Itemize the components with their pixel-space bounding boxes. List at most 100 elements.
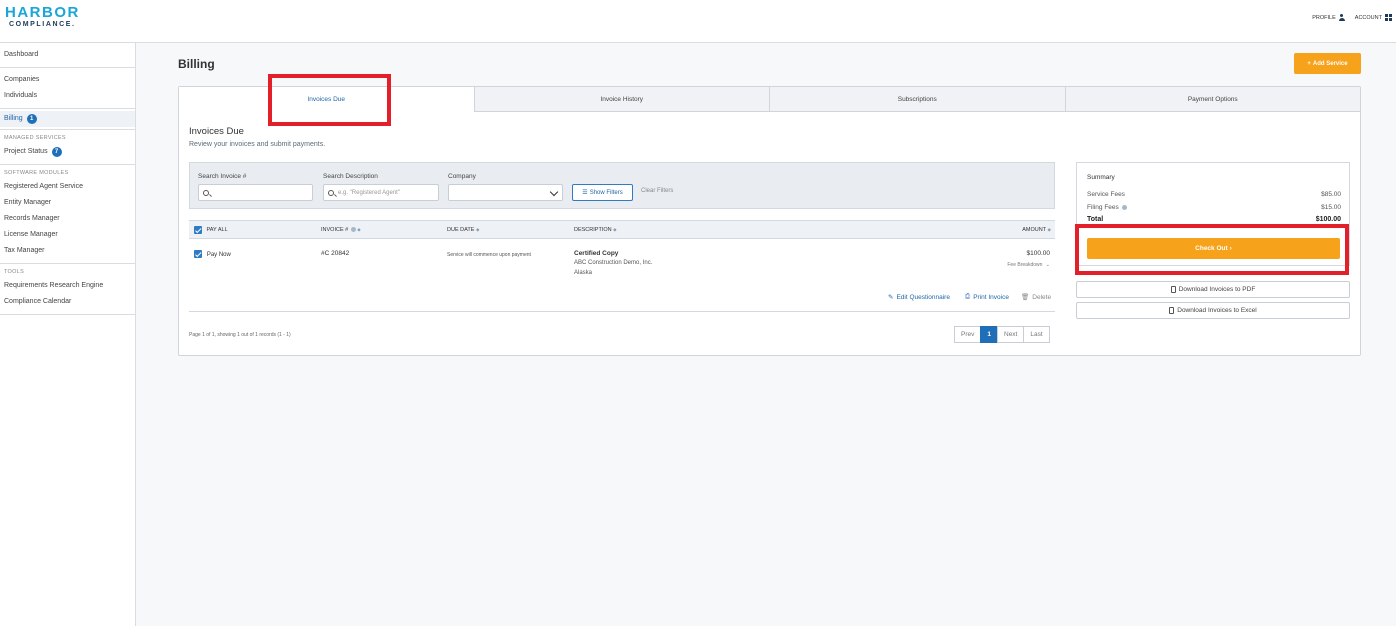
next-page-button[interactable]: Next bbox=[997, 326, 1025, 343]
row-divider bbox=[189, 311, 1055, 312]
filing-fees-label-wrap: Filing Fees bbox=[1087, 204, 1127, 211]
project-status-badge: 7 bbox=[51, 147, 62, 157]
sidebar: Dashboard Companies Individuals Billing … bbox=[0, 43, 136, 626]
description-company: ABC Construction Demo, Inc. bbox=[574, 260, 653, 266]
prev-page-button[interactable]: Prev bbox=[954, 326, 982, 343]
download-pdf-button[interactable]: Download Invoices to PDF bbox=[1076, 281, 1350, 298]
show-filters-label: Show Filters bbox=[589, 189, 623, 196]
sidebar-item-calendar[interactable]: Compliance Calendar bbox=[0, 294, 135, 310]
billing-panel: Invoices Due Invoice History Subscriptio… bbox=[178, 86, 1361, 356]
sidebar-item-project-status[interactable]: Project Status 7 bbox=[0, 144, 135, 160]
due-date-text: Service will commence upon payment bbox=[447, 252, 531, 258]
trash-icon: 🗑 bbox=[1021, 294, 1030, 301]
sidebar-group-tools: TOOLS Requirements Research Engine Compl… bbox=[0, 264, 135, 315]
print-invoice-link[interactable]: ⎙ Print Invoice bbox=[965, 293, 1009, 301]
sidebar-heading-software: SOFTWARE MODULES bbox=[4, 170, 69, 176]
filter-bar: Search Invoice # Search Description e.g.… bbox=[189, 162, 1055, 209]
edit-icon: ✎ bbox=[888, 294, 894, 301]
harbor-compliance-logo[interactable]: HARBOR COMPLIANCE. bbox=[5, 5, 80, 29]
sidebar-item-billing-label: Billing bbox=[4, 115, 23, 122]
pagination-summary: Page 1 of 1, showing 1 out of 1 records … bbox=[189, 332, 291, 338]
total-label: Total bbox=[1087, 216, 1104, 223]
grid-icon bbox=[1385, 14, 1392, 21]
search-icon bbox=[328, 189, 334, 196]
person-icon bbox=[1338, 14, 1345, 21]
summary-title: Summary bbox=[1087, 174, 1115, 181]
sidebar-group-software: SOFTWARE MODULES Registered Agent Servic… bbox=[0, 165, 135, 264]
highlight-invoices-due-tab bbox=[268, 74, 391, 126]
description-header[interactable]: DESCRIPTION ◆ bbox=[574, 227, 617, 233]
section-subtitle: Review your invoices and submit payments… bbox=[189, 141, 326, 148]
logo-line-1: HARBOR bbox=[5, 4, 80, 21]
invoice-header[interactable]: INVOICE # ◆ bbox=[321, 227, 361, 233]
add-service-button[interactable]: + Add Service bbox=[1294, 53, 1361, 74]
pay-all-header[interactable]: PAY ALL bbox=[194, 226, 228, 234]
sidebar-item-requirements[interactable]: Requirements Research Engine bbox=[0, 278, 135, 294]
chevron-down-icon: ⌄ bbox=[1045, 262, 1050, 268]
amount-header[interactable]: AMOUNT ◆ bbox=[1022, 227, 1051, 233]
sidebar-item-project-status-label: Project Status bbox=[4, 148, 48, 155]
sidebar-heading-tools: TOOLS bbox=[4, 269, 25, 275]
filter-icon: ☰ bbox=[582, 190, 588, 196]
sidebar-item-entity-manager[interactable]: Entity Manager bbox=[0, 195, 135, 211]
company-select[interactable] bbox=[448, 184, 563, 201]
company-label: Company bbox=[448, 173, 476, 180]
invoice-table-header: PAY ALL INVOICE # ◆ DUE DATE ◆ DESCRIPTI… bbox=[189, 220, 1055, 239]
pay-now-checkbox[interactable] bbox=[194, 250, 202, 258]
fee-breakdown-toggle[interactable]: Fee Breakdown ⌄ bbox=[1007, 262, 1050, 268]
profile-link[interactable]: PROFILE bbox=[1312, 14, 1345, 21]
sidebar-item-license-manager[interactable]: License Manager bbox=[0, 227, 135, 243]
sidebar-item-dashboard[interactable]: Dashboard bbox=[0, 47, 135, 63]
pay-now-cell[interactable]: Pay Now bbox=[194, 250, 231, 258]
tab-subscriptions[interactable]: Subscriptions bbox=[769, 87, 1065, 112]
description-search-input[interactable]: e.g. "Registered Agent" bbox=[323, 184, 439, 201]
account-link[interactable]: ACCOUNT bbox=[1355, 14, 1392, 21]
download-excel-label: Download Invoices to Excel bbox=[1177, 307, 1257, 314]
account-label: ACCOUNT bbox=[1354, 14, 1382, 21]
total-row: Total $100.00 bbox=[1087, 216, 1341, 223]
last-page-button[interactable]: Last bbox=[1023, 326, 1050, 343]
plus-icon: + bbox=[1307, 60, 1311, 67]
pay-all-label: PAY ALL bbox=[206, 227, 228, 234]
download-pdf-label: Download Invoices to PDF bbox=[1178, 286, 1256, 293]
edit-questionnaire-link[interactable]: ✎ Edit Questionnaire bbox=[888, 293, 950, 302]
download-excel-button[interactable]: Download Invoices to Excel bbox=[1076, 302, 1350, 319]
print-icon: ⎙ bbox=[965, 293, 971, 300]
top-header: HARBOR COMPLIANCE. PROFILE ACCOUNT bbox=[0, 0, 1396, 43]
pay-now-label: Pay Now bbox=[206, 251, 231, 258]
show-filters-button[interactable]: ☰ Show Filters bbox=[572, 184, 633, 201]
sort-icon: ◆ bbox=[475, 227, 480, 232]
service-fees-label: Service Fees bbox=[1087, 191, 1125, 198]
delete-label: Delete bbox=[1032, 293, 1052, 301]
header-links: PROFILE ACCOUNT bbox=[1312, 14, 1392, 21]
sidebar-item-tax-manager[interactable]: Tax Manager bbox=[0, 243, 135, 259]
tab-invoice-history[interactable]: Invoice History bbox=[473, 87, 769, 112]
sidebar-item-companies[interactable]: Companies bbox=[0, 72, 135, 88]
description-state: Alaska bbox=[574, 270, 593, 276]
highlight-check-out-button bbox=[1075, 224, 1349, 275]
pay-all-checkbox[interactable] bbox=[194, 226, 202, 234]
delete-link[interactable]: 🗑 Delete bbox=[1021, 293, 1052, 302]
page-title: Billing bbox=[178, 57, 215, 71]
clear-filters-link[interactable]: Clear Filters bbox=[641, 188, 673, 194]
filing-fees-label: Filing Fees bbox=[1087, 204, 1119, 211]
fee-breakdown-label: Fee Breakdown bbox=[1007, 262, 1043, 268]
add-service-label: Add Service bbox=[1312, 60, 1348, 67]
sidebar-item-individuals[interactable]: Individuals bbox=[0, 88, 135, 104]
invoice-search-input[interactable] bbox=[198, 184, 313, 201]
sort-icon: ◆ bbox=[357, 227, 361, 232]
sort-icon: ◆ bbox=[613, 227, 617, 232]
due-date-header-label: DUE DATE bbox=[447, 227, 475, 233]
tab-payment-options[interactable]: Payment Options bbox=[1064, 87, 1360, 112]
sidebar-item-registered-agent[interactable]: Registered Agent Service bbox=[0, 179, 135, 195]
edit-questionnaire-label: Edit Questionnaire bbox=[896, 293, 950, 301]
sidebar-group-entities: Companies Individuals bbox=[0, 68, 135, 109]
due-date-header[interactable]: DUE DATE ◆ bbox=[447, 227, 479, 233]
sidebar-item-billing[interactable]: Billing 1 bbox=[0, 111, 135, 127]
invoice-search-label: Search Invoice # bbox=[198, 173, 247, 180]
page-1-button[interactable]: 1 bbox=[980, 326, 998, 343]
info-icon[interactable] bbox=[1121, 204, 1127, 210]
service-fees-row: Service Fees $85.00 bbox=[1087, 191, 1341, 198]
sidebar-item-records-manager[interactable]: Records Manager bbox=[0, 211, 135, 227]
description-search-label: Search Description bbox=[323, 173, 378, 180]
